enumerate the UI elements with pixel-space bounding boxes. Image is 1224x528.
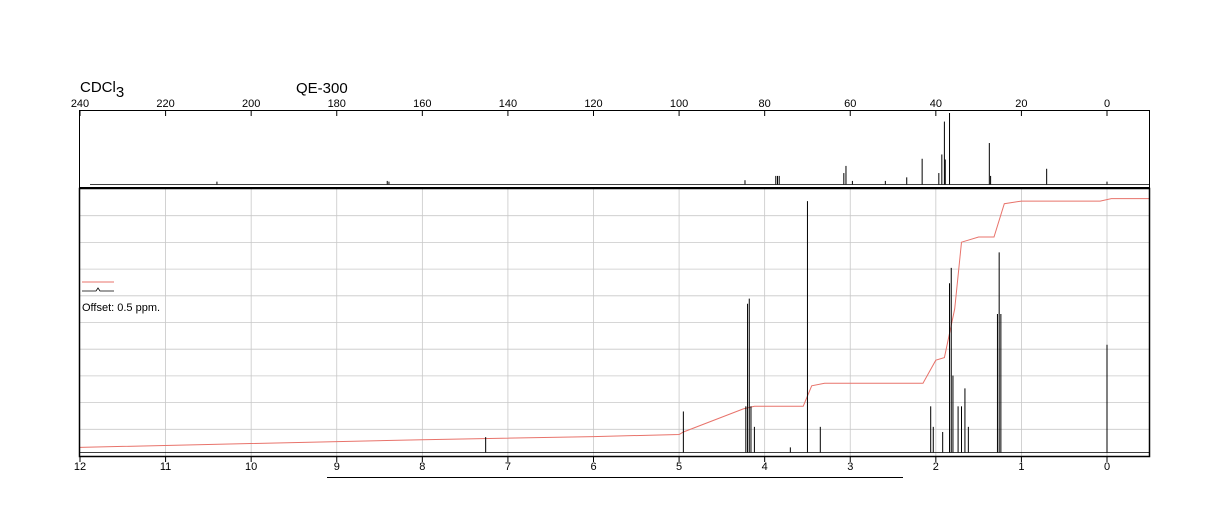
proton-tick-label: 5 <box>676 461 682 473</box>
proton-spectrum-trace <box>80 201 1150 453</box>
proton-tick-label: 3 <box>847 461 853 473</box>
carbon-tick-label: 100 <box>670 98 688 110</box>
carbon-tick-label: 40 <box>930 98 942 110</box>
carbon-tick-label: 60 <box>844 98 856 110</box>
carbon-tick-label: 220 <box>156 98 174 110</box>
offset-label: Offset: 0.5 ppm. <box>82 302 160 314</box>
offset-legend-peak-line <box>82 287 114 292</box>
carbon-tick-label: 200 <box>242 98 260 110</box>
proton-tick-label: 11 <box>160 461 171 473</box>
carbon-tick-label: 160 <box>413 98 431 110</box>
proton-integral <box>79 198 1150 448</box>
carbon-tick-label: 180 <box>328 98 346 110</box>
carbon-tick-label: 240 <box>71 98 89 110</box>
carbon-tick-label: 120 <box>584 98 602 110</box>
proton-tick-label: 1 <box>1018 461 1024 473</box>
integral-curve <box>79 198 1150 448</box>
proton-grid <box>80 189 1150 456</box>
carbon-tick-label: 80 <box>759 98 771 110</box>
solvent-text: CDCl <box>80 79 116 96</box>
nmr-spectrum-figure: CDCl3 QE-300 240 220 200 180 160 140 120 100 80 6… <box>71 79 1151 478</box>
carbon-tick-label: 20 <box>1015 98 1027 110</box>
proton-tick-label: 6 <box>590 461 596 473</box>
offset-legend: Offset: 0.5 ppm. <box>82 281 160 314</box>
proton-spectrum-panel: 12 11 10 9 8 7 6 5 4 3 2 1 0 Offset: 0.5 ppm. <box>74 187 1151 473</box>
carbon-axis-ticks: 240 220 200 180 160 140 120 100 80 60 40 20 0 <box>71 98 1110 116</box>
proton-tick-label: 0 <box>1104 461 1110 473</box>
proton-tick-label: 2 <box>933 461 939 473</box>
carbon-tick-label: 0 <box>1104 98 1110 110</box>
carbon-spectrum-trace <box>90 113 1150 185</box>
proton-axis-ticks: 12 11 10 9 8 7 6 5 4 3 2 1 0 <box>74 456 1110 473</box>
proton-tick-label: 8 <box>419 461 425 473</box>
proton-tick-label: 9 <box>334 461 340 473</box>
solvent-subscript: 3 <box>116 84 124 101</box>
proton-tick-label: 12 <box>74 461 86 473</box>
proton-tick-label: 7 <box>505 461 511 473</box>
carbon-spectrum-panel: 240 220 200 180 160 140 120 100 80 60 40 20 0 <box>71 98 1150 188</box>
carbon-tick-label: 140 <box>499 98 517 110</box>
proton-tick-label: 4 <box>762 461 768 473</box>
proton-tick-label: 10 <box>245 461 257 473</box>
instrument-label: QE-300 <box>296 80 348 97</box>
